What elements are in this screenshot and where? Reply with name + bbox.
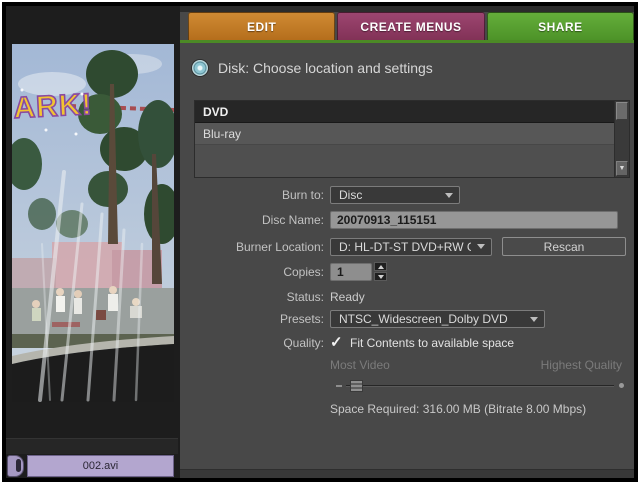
tab-edit-label: EDIT (246, 19, 277, 34)
quality-label: Quality: (283, 336, 324, 350)
quality-row: Quality: Fit Contents to available space (180, 333, 634, 351)
panel-bottom-band (180, 469, 634, 478)
status-label: Status: (286, 290, 324, 304)
status-row: Status: Ready (180, 290, 634, 304)
timeline-clip[interactable]: 002.avi (27, 455, 174, 477)
tab-share[interactable]: SHARE (486, 12, 634, 40)
scrollbar-thumb[interactable] (616, 102, 628, 120)
list-item-bluray[interactable]: Blu-ray (195, 123, 614, 145)
slider-track[interactable] (346, 385, 614, 387)
copies-row: Copies: (180, 262, 634, 281)
tab-create-menus[interactable]: CREATE MENUS (337, 12, 485, 40)
list-item-label: Blu-ray (203, 126, 242, 141)
stepper-up-button[interactable] (374, 262, 387, 271)
stepper-down-button[interactable] (374, 272, 387, 281)
presets-value: NTSC_Widescreen_Dolby DVD (339, 312, 508, 326)
burn-to-label: Burn to: (281, 188, 324, 202)
disc-name-row: Disc Name: (180, 211, 634, 229)
space-required-row: Space Required: 316.00 MB (Bitrate 8.00 … (180, 402, 634, 416)
burner-location-select[interactable]: D: HL-DT-ST DVD+RW GC (330, 237, 492, 256)
tab-edit[interactable]: EDIT (188, 12, 336, 40)
presets-row: Presets: NTSC_Widescreen_Dolby DVD (180, 310, 634, 328)
copies-label: Copies: (283, 264, 324, 279)
tab-share-label: SHARE (538, 19, 583, 34)
burn-to-select[interactable]: Disc (330, 186, 460, 204)
chevron-down-icon (445, 192, 453, 198)
quality-slider[interactable] (336, 380, 624, 392)
timeline-clip-row: 002.avi (6, 455, 178, 478)
panel-header: Disk: Choose location and settings (192, 60, 433, 76)
scrollbar-down-button[interactable]: ▼ (616, 161, 628, 176)
slider-min-tick (336, 385, 342, 387)
timeline-track (6, 438, 178, 454)
list-item-label: DVD (203, 104, 229, 119)
monitor-panel: ARK! 002.avi (6, 6, 180, 478)
disc-icon (192, 60, 208, 76)
clip-label: 002.avi (82, 460, 119, 472)
disc-name-input[interactable] (330, 211, 618, 229)
clip-trim-handle[interactable] (7, 455, 24, 477)
presets-label: Presets: (279, 312, 324, 326)
active-tab-underline (180, 40, 634, 43)
rescan-button[interactable]: Rescan (502, 237, 626, 256)
copies-stepper (374, 262, 387, 281)
burn-to-row: Burn to: Disc (180, 186, 634, 204)
burner-location-label: Burner Location: (235, 239, 324, 254)
burn-to-value: Disc (339, 188, 363, 202)
panel-title: Disk: Choose location and settings (218, 60, 433, 76)
mode-tabs: EDIT CREATE MENUS SHARE (188, 12, 634, 40)
chevron-down-icon (477, 244, 485, 249)
list-item-dvd[interactable]: DVD (195, 101, 614, 123)
list-scrollbar[interactable]: ▼ (614, 101, 629, 177)
rescan-button-label: Rescan (543, 239, 585, 254)
slider-labels-row: Most Video Highest Quality (180, 358, 634, 372)
slider-thumb[interactable] (350, 380, 363, 392)
disc-type-list: DVD Blu-ray ▼ (194, 100, 630, 178)
space-required-text: Space Required: 316.00 MB (Bitrate 8.00 … (330, 402, 587, 416)
video-preview[interactable]: ARK! (12, 44, 174, 402)
burner-location-value: D: HL-DT-ST DVD+RW GC (339, 239, 471, 254)
burner-location-row: Burner Location: D: HL-DT-ST DVD+RW GC R… (180, 237, 634, 256)
fit-contents-label: Fit Contents to available space (350, 336, 515, 350)
tab-create-menus-label: CREATE MENUS (360, 19, 462, 34)
chevron-down-icon (530, 316, 538, 322)
slider-max-tick (619, 383, 624, 388)
disc-name-label: Disc Name: (261, 213, 324, 227)
status-value: Ready (330, 290, 365, 304)
app-window: ARK! 002.avi EDIT CREATE MENUS SHARE Dis… (0, 0, 640, 484)
fit-contents-checkbox[interactable] (330, 333, 344, 351)
window-content: ARK! 002.avi EDIT CREATE MENUS SHARE Dis… (6, 6, 634, 478)
slider-left-label: Most Video (330, 358, 390, 372)
slider-right-label: Highest Quality (540, 358, 622, 372)
copies-input[interactable] (330, 262, 372, 281)
presets-select[interactable]: NTSC_Widescreen_Dolby DVD (330, 310, 545, 328)
share-panel: EDIT CREATE MENUS SHARE Disk: Choose loc… (180, 6, 634, 478)
window-frame: ARK! 002.avi EDIT CREATE MENUS SHARE Dis… (2, 2, 638, 482)
video-frame-image: ARK! (12, 44, 174, 402)
